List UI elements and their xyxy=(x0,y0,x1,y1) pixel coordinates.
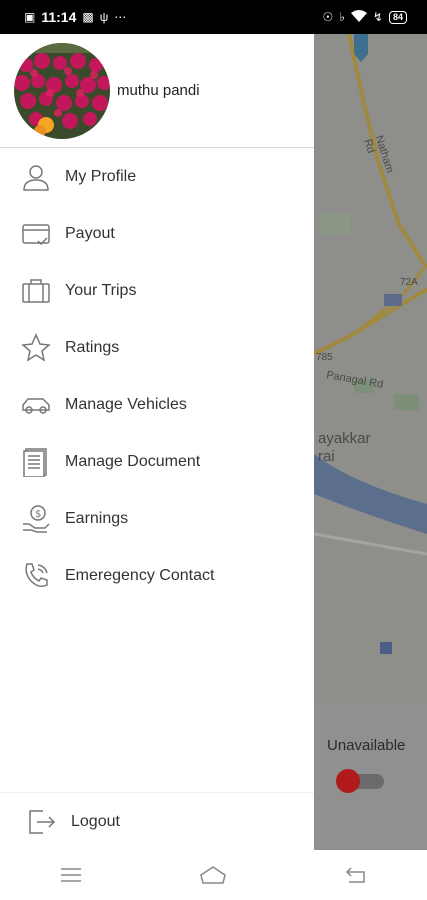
system-nav-bar xyxy=(0,850,427,900)
usb-icon: ψ xyxy=(99,10,109,24)
car-icon xyxy=(20,389,52,421)
navigation-drawer: muthu pandi My Profile Payout Your Trips… xyxy=(0,34,314,850)
menu-item-your-trips[interactable]: Your Trips xyxy=(0,262,314,319)
back-button[interactable] xyxy=(336,855,376,895)
status-time: 11:14 xyxy=(41,9,77,25)
person-icon xyxy=(20,161,52,193)
logout-button[interactable]: Logout xyxy=(0,792,314,850)
logout-label: Logout xyxy=(71,812,120,830)
home-icon xyxy=(200,866,227,884)
location-icon: ☉ xyxy=(322,10,334,24)
charging-icon: ↯ xyxy=(372,10,383,24)
availability-toggle[interactable] xyxy=(336,769,386,793)
availability-panel: Unavailable xyxy=(314,703,427,850)
briefcase-icon xyxy=(20,275,52,307)
menu-item-manage-vehicles[interactable]: Manage Vehicles xyxy=(0,376,314,433)
menu-item-manage-document[interactable]: Manage Document xyxy=(0,433,314,490)
notification-icon: ▣ xyxy=(24,10,36,24)
toggle-knob xyxy=(336,769,360,793)
svg-text:$: $ xyxy=(35,509,41,520)
status-bar: ▣ 11:14 ▩ ψ ⋯ ☉ ♭ ↯ 84 xyxy=(0,0,427,34)
map-place-label: ayakkar xyxy=(318,430,371,447)
map-road-badge: 785 xyxy=(316,352,333,363)
menu-label: Your Trips xyxy=(65,281,137,299)
phone-icon xyxy=(20,560,52,592)
menu-item-payout[interactable]: Payout xyxy=(0,205,314,262)
map-road-badge: 72A xyxy=(400,277,418,288)
app-icon: ▩ xyxy=(82,10,94,24)
wallet-icon xyxy=(20,218,52,250)
money-hand-icon: $ xyxy=(20,503,52,535)
menu-label: Manage Vehicles xyxy=(65,395,187,413)
menu-item-earnings[interactable]: $ Earnings xyxy=(0,490,314,547)
home-button[interactable] xyxy=(193,855,233,895)
menu-item-ratings[interactable]: Ratings xyxy=(0,319,314,376)
logout-icon xyxy=(26,806,58,838)
map-view[interactable]: Natham Rd 72A 785 Panagal Rd ayakkar rai… xyxy=(314,34,427,850)
profile-header[interactable]: muthu pandi xyxy=(0,34,314,148)
wifi-icon xyxy=(350,9,367,25)
star-icon xyxy=(20,332,52,364)
menu-label: Ratings xyxy=(65,338,120,356)
availability-label: Unavailable xyxy=(327,737,406,754)
avatar xyxy=(14,42,110,139)
map-graphic xyxy=(314,34,427,703)
more-dots-icon: ⋯ xyxy=(114,10,127,24)
battery-badge: 84 xyxy=(388,10,407,24)
menu-item-emergency-contact[interactable]: Emeregency Contact xyxy=(0,547,314,604)
document-icon xyxy=(20,446,52,478)
menu-label: Emeregency Contact xyxy=(65,566,215,584)
mute-icon: ♭ xyxy=(339,10,345,24)
menu-label: Manage Document xyxy=(65,452,201,470)
menu-label: My Profile xyxy=(65,167,137,185)
status-right: ☉ ♭ ↯ 84 xyxy=(322,9,407,25)
recent-apps-button[interactable] xyxy=(51,855,91,895)
menu-icon xyxy=(61,868,82,882)
menu-item-my-profile[interactable]: My Profile xyxy=(0,148,314,205)
status-left: ▣ 11:14 ▩ ψ ⋯ xyxy=(24,9,126,25)
menu-label: Payout xyxy=(65,224,115,242)
avatar-image xyxy=(14,42,110,139)
map-place-label: rai xyxy=(318,448,335,465)
drawer-menu: My Profile Payout Your Trips Ratings Man… xyxy=(0,148,314,604)
menu-label: Earnings xyxy=(65,509,129,527)
back-icon xyxy=(345,867,365,883)
profile-name: muthu pandi xyxy=(117,82,200,99)
